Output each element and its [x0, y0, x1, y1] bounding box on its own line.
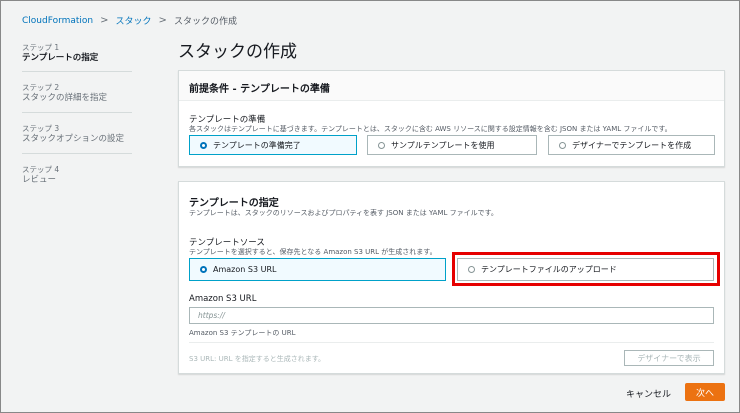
- view-in-designer-button[interactable]: デザイナーで表示: [624, 350, 714, 366]
- breadcrumb: CloudFormation > スタック > スタックの作成: [22, 14, 237, 27]
- breadcrumb-stacks[interactable]: スタック: [116, 14, 152, 27]
- step-2: ステップ 2 スタックの詳細を指定: [22, 82, 132, 104]
- highlight-box: [452, 252, 720, 286]
- breadcrumb-current: スタックの作成: [173, 17, 237, 27]
- s3-url-hint: Amazon S3 テンプレートの URL: [189, 329, 296, 337]
- step-number: ステップ 3: [22, 124, 60, 133]
- step-3: ステップ 3 スタックオプションの設定: [22, 123, 132, 145]
- radio-designer-template[interactable]: デザイナーでテンプレートを作成: [548, 135, 715, 155]
- s3-url-label: Amazon S3 URL: [189, 294, 257, 304]
- radio-sample-template[interactable]: サンプルテンプレートを使用: [367, 135, 537, 155]
- option-label: サンプルテンプレートを使用: [391, 140, 495, 150]
- step-divider: [22, 153, 132, 154]
- step-label: レビュー: [22, 175, 57, 185]
- option-label: デザイナーでテンプレートを作成: [572, 140, 692, 150]
- step-divider: [22, 71, 132, 72]
- step-label: スタックオプションの設定: [22, 134, 125, 144]
- step-number: ステップ 1: [22, 43, 60, 52]
- radio-selected-icon: [200, 266, 207, 273]
- cancel-button[interactable]: キャンセル: [626, 387, 671, 400]
- step-number: ステップ 4: [22, 165, 60, 174]
- s3-url-status: S3 URL: URL を指定すると生成されます。: [189, 355, 326, 363]
- breadcrumb-separator: >: [158, 15, 167, 26]
- step-divider: [22, 112, 132, 113]
- option-label: Amazon S3 URL: [213, 265, 277, 274]
- step-label: スタックの詳細を指定: [22, 93, 108, 103]
- s3-url-input[interactable]: https://: [189, 307, 714, 324]
- template-title: テンプレートの指定: [189, 198, 279, 209]
- radio-template-ready[interactable]: テンプレートの準備完了: [189, 135, 357, 155]
- page-title: スタックの作成: [178, 42, 297, 62]
- breadcrumb-cloudformation[interactable]: CloudFormation: [22, 16, 93, 26]
- step-number: ステップ 2: [22, 83, 60, 92]
- next-button[interactable]: 次へ: [685, 383, 725, 401]
- prereq-title: 前提条件 - テンプレートの準備: [189, 84, 330, 95]
- step-1[interactable]: ステップ 1 テンプレートの指定: [22, 42, 132, 64]
- breadcrumb-separator: >: [100, 15, 109, 26]
- step-label: テンプレートの指定: [22, 53, 99, 63]
- radio-unselected-icon: [378, 141, 385, 149]
- template-description: テンプレートは、スタックのリソースおよびプロパティを表す JSON または YA…: [189, 209, 498, 217]
- divider: [189, 342, 714, 343]
- radio-unselected-icon: [559, 141, 566, 149]
- step-4: ステップ 4 レビュー: [22, 164, 132, 186]
- radio-selected-icon: [200, 141, 207, 149]
- option-label: テンプレートの準備完了: [213, 140, 301, 150]
- radio-amazon-s3-url[interactable]: Amazon S3 URL: [189, 258, 446, 281]
- prereq-panel: 前提条件 - テンプレートの準備 テンプレートの準備 各スタックはテンプレートに…: [178, 70, 725, 167]
- template-source-description: テンプレートを選択すると、保存先となる Amazon S3 URL が生成されま…: [189, 248, 437, 256]
- prereq-description: 各スタックはテンプレートに基づきます。テンプレートとは、スタックに含む AWS …: [189, 125, 672, 133]
